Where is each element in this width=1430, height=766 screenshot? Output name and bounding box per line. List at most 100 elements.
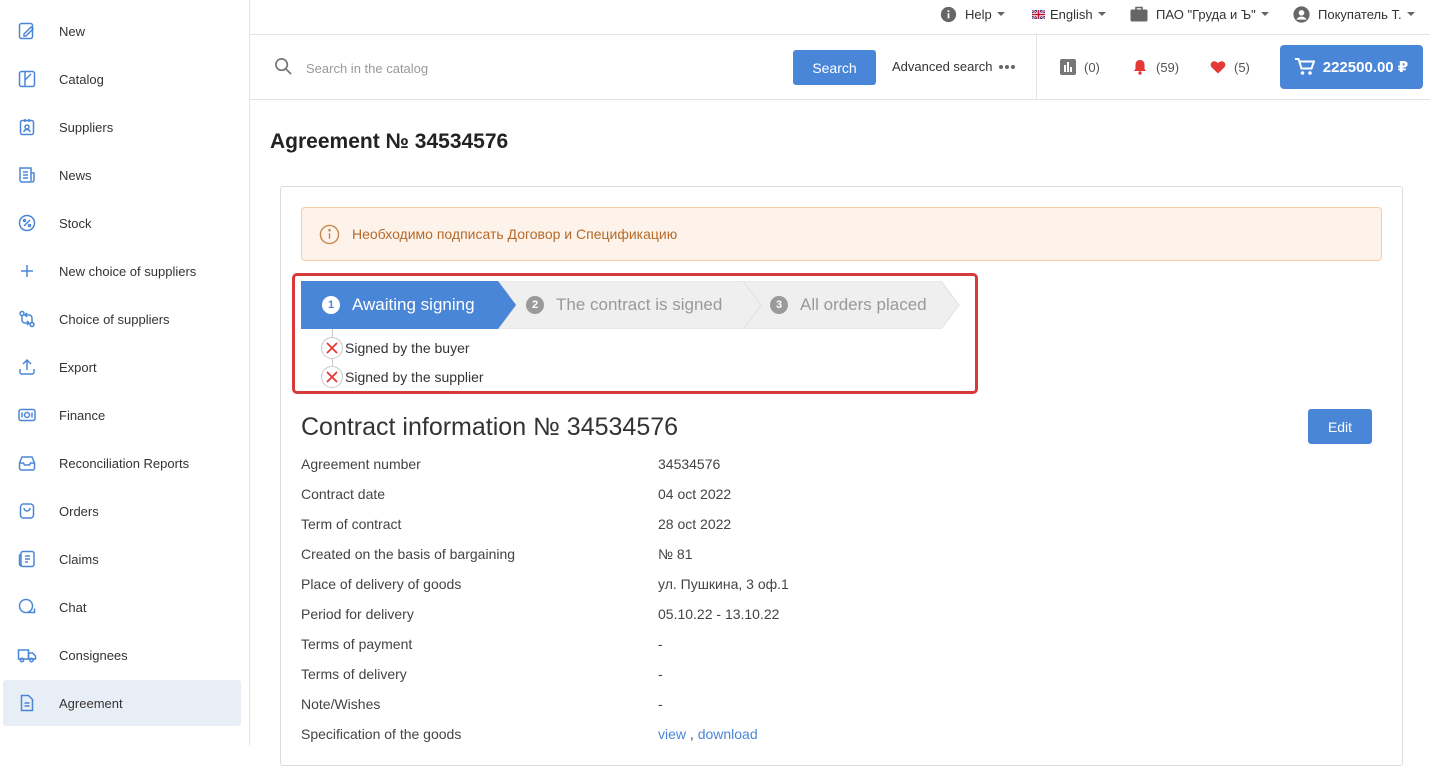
sidebar-item-label: Agreement: [59, 695, 123, 711]
divider: [1036, 35, 1037, 99]
sidebar-item-label: Reconciliation Reports: [59, 455, 190, 471]
step-number: 1: [322, 296, 340, 314]
info-row-note-wishes: Note/Wishes -: [301, 696, 1361, 726]
sidebar-item-label: Catalog: [59, 71, 104, 87]
sidebar-item-label: Suppliers: [59, 119, 114, 135]
compare-counter[interactable]: (0): [1060, 59, 1100, 75]
favorites-count: (5): [1234, 59, 1250, 75]
info-value: 04 oct 2022: [658, 486, 732, 502]
supplier-signature-label: Signed by the supplier: [345, 369, 484, 385]
sidebar-item-agreement[interactable]: Agreement: [3, 680, 241, 726]
sidebar-item-finance[interactable]: Finance: [3, 392, 241, 438]
sidebar-item-orders[interactable]: Orders: [3, 488, 241, 534]
edit-button[interactable]: Edit: [1308, 409, 1372, 444]
percent-icon: [18, 214, 36, 232]
truck-icon: [17, 649, 37, 663]
help-label: Help: [965, 6, 992, 22]
buyer-signature-label: Signed by the buyer: [345, 340, 470, 356]
sidebar-item-chat[interactable]: Chat: [3, 584, 241, 630]
step-all-orders-placed[interactable]: 3 All orders placed: [770, 281, 927, 329]
sidebar-item-claims[interactable]: Claims: [3, 536, 241, 582]
advanced-search-label: Advanced search: [892, 59, 993, 74]
notifications-counter[interactable]: (59): [1132, 59, 1179, 75]
advanced-search-link[interactable]: Advanced search: [892, 59, 1016, 74]
user-menu[interactable]: Покупатель Т.: [1293, 0, 1415, 28]
search-button[interactable]: Search: [793, 50, 876, 85]
buyer-signature-status: Signed by the buyer: [321, 337, 470, 359]
info-row-term-of-contract: Term of contract 28 oct 2022: [301, 516, 1361, 546]
info-key: Terms of payment: [301, 636, 413, 652]
info-key: Period for delivery: [301, 606, 414, 622]
sidebar-item-choice-of-suppliers[interactable]: Choice of suppliers: [3, 296, 241, 342]
view-link[interactable]: view: [658, 726, 686, 742]
chat-icon: [18, 598, 36, 614]
contract-info-title: Contract information № 34534576: [301, 413, 679, 441]
bag-icon: [19, 503, 35, 519]
agreement-card: Необходимо подписать Договор и Специфика…: [280, 186, 1403, 766]
sidebar-item-label: Choice of suppliers: [59, 311, 170, 327]
info-row-contract-date: Contract date 04 oct 2022: [301, 486, 1361, 516]
info-value: ул. Пушкина, 3 оф.1: [658, 576, 789, 592]
info-key: Contract date: [301, 486, 386, 502]
cart-button[interactable]: 222500.00 ₽: [1280, 45, 1423, 89]
sidebar-item-label: Consignees: [59, 647, 128, 663]
sidebar-item-label: Orders: [59, 503, 99, 519]
sidebar-item-reconciliation-reports[interactable]: Reconciliation Reports: [3, 440, 241, 486]
language-label: English: [1050, 6, 1093, 22]
heart-icon: [1210, 61, 1226, 74]
step-awaiting-signing[interactable]: 1 Awaiting signing: [322, 281, 475, 329]
info-value: 34534576: [658, 456, 721, 472]
search-bar: Search Advanced search (0) (59) (5) 2225…: [250, 35, 1430, 100]
step-contract-signed[interactable]: 2 The contract is signed: [526, 281, 722, 329]
language-menu[interactable]: English: [1032, 0, 1106, 28]
chevron-down-icon: [1406, 12, 1415, 16]
search-input[interactable]: [306, 57, 776, 79]
step-label: All orders placed: [800, 295, 927, 314]
uk-flag-icon: [1032, 9, 1045, 19]
compare-chart-icon: [1060, 59, 1076, 75]
catalog-icon: [18, 70, 36, 88]
favorites-counter[interactable]: (5): [1210, 59, 1250, 75]
upload-icon: [19, 358, 35, 375]
info-value: -: [658, 666, 663, 682]
sidebar-item-label: Chat: [59, 599, 87, 615]
progress-steps: 1 Awaiting signing 2 The contract is sig…: [301, 281, 961, 329]
sidebar-item-suppliers[interactable]: Suppliers: [3, 104, 241, 150]
sidebar-item-catalog[interactable]: Catalog: [3, 56, 241, 102]
suppliers-icon: [19, 119, 35, 136]
sidebar-item-news[interactable]: News: [3, 152, 241, 198]
sidebar-item-label: New: [59, 23, 86, 39]
info-key: Term of contract: [301, 516, 402, 532]
company-menu[interactable]: ПАО "Груда и Ъ": [1130, 0, 1269, 28]
step-label: Awaiting signing: [352, 295, 475, 314]
info-row-agreement-number: Agreement number 34534576: [301, 456, 1361, 486]
page-title: Agreement № 34534576: [270, 130, 509, 153]
swap-icon: [19, 310, 35, 328]
sidebar-item-label: News: [59, 167, 92, 183]
specification-links: view , download: [658, 726, 758, 742]
bargaining-link[interactable]: № 81: [658, 546, 692, 562]
chevron-down-icon: [1097, 12, 1106, 16]
info-key: Terms of delivery: [301, 666, 407, 682]
info-value: 28 oct 2022: [658, 516, 732, 532]
sidebar-item-stock[interactable]: Stock: [3, 200, 241, 246]
sidebar-item-new[interactable]: New: [3, 8, 241, 54]
help-menu[interactable]: Help: [940, 0, 1005, 28]
info-row-specification: Specification of the goods view , downlo…: [301, 726, 1361, 756]
sidebar: New Catalog Suppliers News Stock New cho…: [0, 0, 250, 745]
step-number: 2: [526, 296, 544, 314]
sidebar-item-consignees[interactable]: Consignees: [3, 632, 241, 678]
info-row-place-of-delivery: Place of delivery of goods ул. Пушкина, …: [301, 576, 1361, 606]
alert-text: Необходимо подписать Договор и Специфика…: [352, 226, 678, 242]
more-icon: [999, 64, 1016, 69]
warning-alert: Необходимо подписать Договор и Специфика…: [301, 207, 1382, 261]
info-value: -: [658, 636, 663, 652]
top-bar: Help English ПАО "Груда и Ъ" Покупатель …: [250, 0, 1430, 35]
sidebar-item-new-choice-of-suppliers[interactable]: New choice of suppliers: [3, 248, 241, 294]
chevron-down-icon: [1260, 12, 1269, 16]
cart-total: 222500.00 ₽: [1322, 59, 1409, 76]
download-link[interactable]: download: [698, 726, 758, 742]
sidebar-item-export[interactable]: Export: [3, 344, 241, 390]
not-signed-icon: [321, 366, 343, 388]
user-avatar-icon: [1293, 5, 1310, 23]
